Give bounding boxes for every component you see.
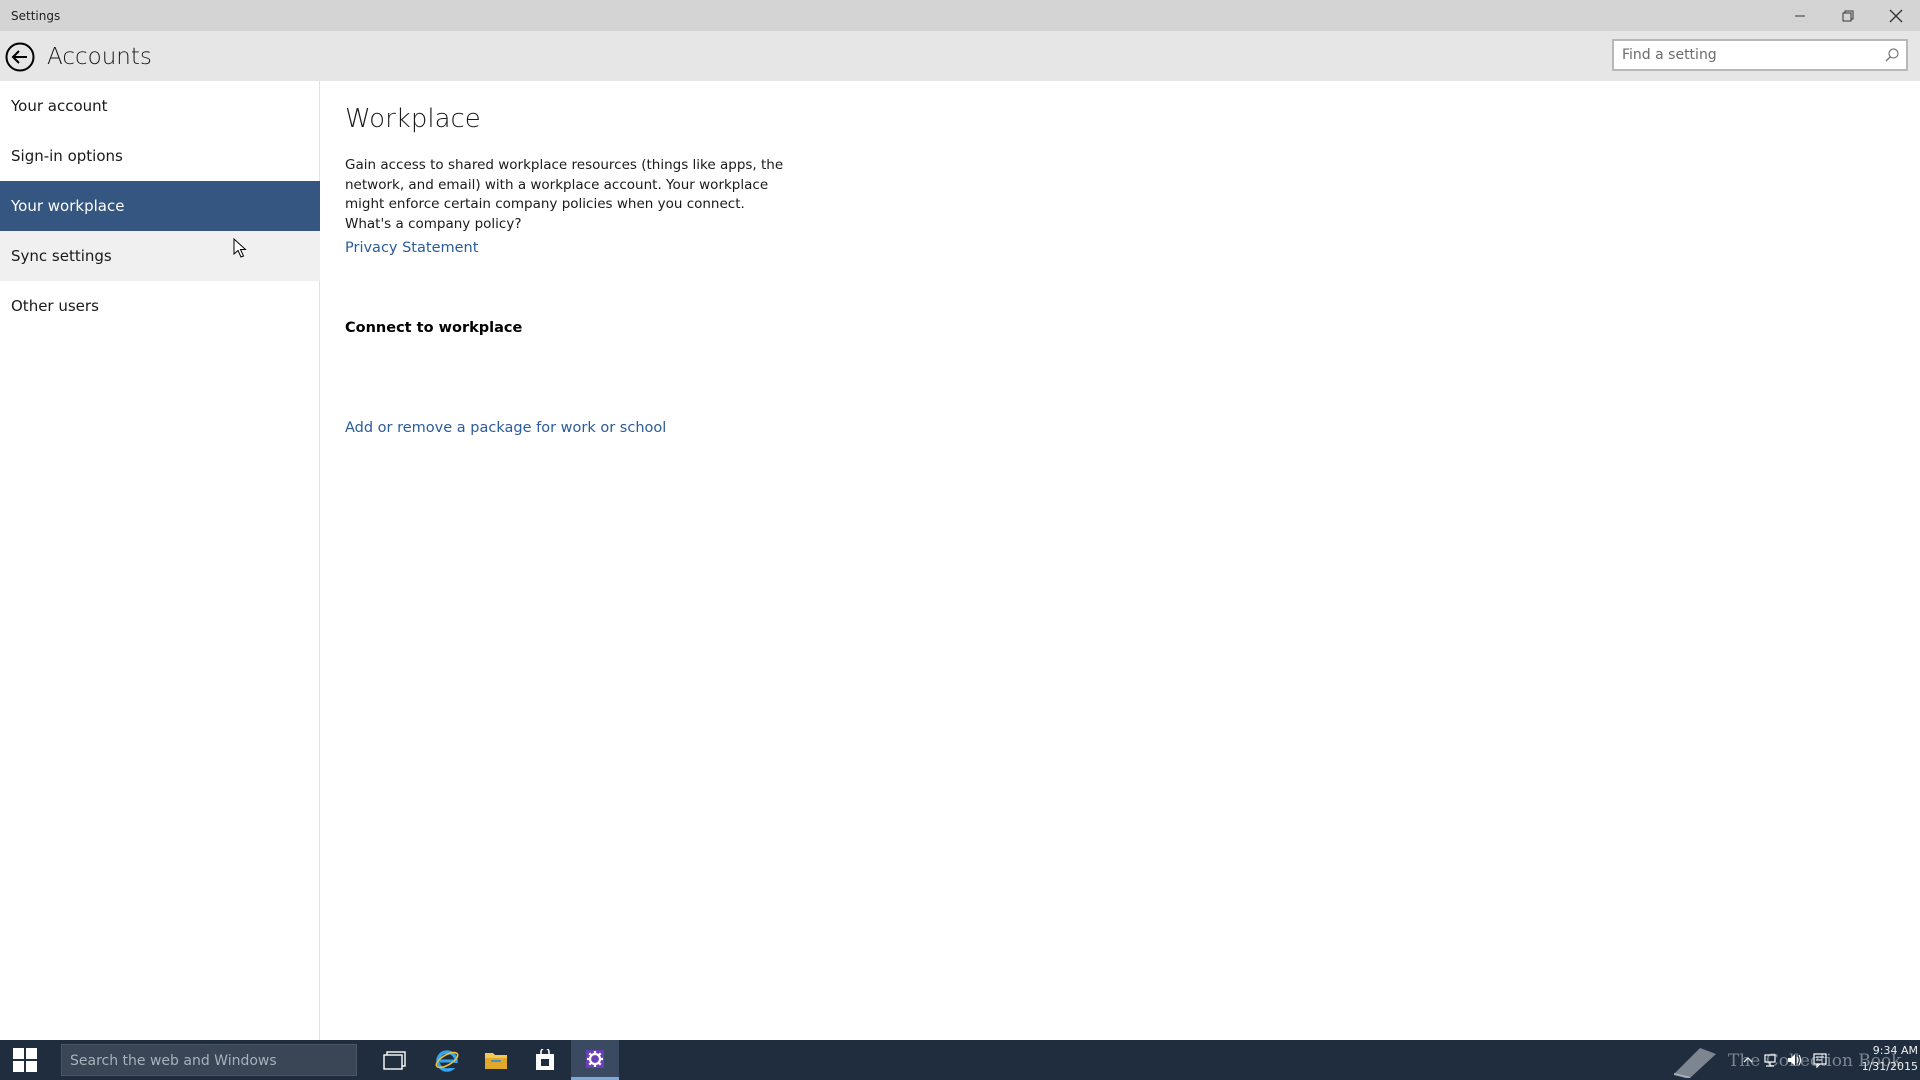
sidebar-item-label: Sync settings xyxy=(11,247,112,265)
settings-app-button[interactable] xyxy=(571,1040,619,1080)
sidebar-item-sign-in-options[interactable]: Sign-in options xyxy=(0,131,320,181)
task-view-icon xyxy=(383,1051,406,1070)
page-title: Accounts xyxy=(47,44,152,70)
section-title: Workplace xyxy=(345,104,481,134)
sidebar-item-other-users[interactable]: Other users xyxy=(0,281,320,331)
book-watermark-icon xyxy=(1673,1048,1716,1078)
store-button[interactable] xyxy=(521,1040,569,1080)
internet-explorer-icon xyxy=(435,1050,459,1072)
sidebar-item-label: Other users xyxy=(11,297,99,315)
chevron-up-icon[interactable] xyxy=(1742,1054,1754,1066)
restore-button[interactable] xyxy=(1824,0,1872,31)
sidebar-item-label: Your account xyxy=(11,97,108,115)
close-button[interactable] xyxy=(1872,0,1920,31)
clock-time: 9:34 AM xyxy=(1872,1044,1918,1057)
taskbar-clock[interactable]: 9:34 AM 1/31/2015 xyxy=(1838,1043,1918,1075)
task-view-button[interactable] xyxy=(371,1040,419,1080)
file-explorer-button[interactable] xyxy=(472,1040,520,1080)
taskbar-search-box[interactable] xyxy=(61,1044,357,1076)
internet-explorer-button[interactable] xyxy=(423,1040,471,1080)
clock-date: 1/31/2015 xyxy=(1861,1060,1918,1073)
restore-icon xyxy=(1842,10,1854,21)
privacy-statement-link[interactable]: Privacy Statement xyxy=(345,240,478,256)
start-button[interactable] xyxy=(0,1040,50,1080)
volume-icon[interactable] xyxy=(1786,1052,1804,1068)
add-remove-package-link[interactable]: Add or remove a package for work or scho… xyxy=(345,420,666,436)
mouse-pointer-icon xyxy=(233,238,247,258)
system-tray xyxy=(1742,1040,1828,1080)
store-bag-icon xyxy=(536,1049,554,1070)
workplace-description: Gain access to shared workplace resource… xyxy=(345,157,784,232)
find-setting-input[interactable] xyxy=(1622,46,1872,64)
gear-icon xyxy=(586,1049,604,1068)
sidebar: Your account Sign-in options Your workpl… xyxy=(0,81,320,1040)
minimize-button[interactable] xyxy=(1776,0,1824,31)
window-title: Settings xyxy=(11,9,61,23)
back-button[interactable] xyxy=(4,41,36,73)
settings-header: Accounts xyxy=(0,31,1920,81)
network-icon[interactable] xyxy=(1762,1052,1778,1068)
minimize-icon xyxy=(1795,15,1805,16)
title-bar: Settings xyxy=(0,0,1920,31)
sidebar-item-sync-settings[interactable]: Sync settings xyxy=(0,231,320,281)
search-icon[interactable] xyxy=(1884,47,1900,63)
workplace-content: Workplace Gain access to shared workplac… xyxy=(345,81,1905,1040)
taskbar-search-input[interactable] xyxy=(70,1051,340,1071)
sidebar-item-your-workplace[interactable]: Your workplace xyxy=(0,181,320,231)
folder-icon xyxy=(485,1053,507,1069)
connect-to-workplace-label: Connect to workplace xyxy=(345,320,523,336)
taskbar: The Collection Book 9:34 AM 1/31/2015 xyxy=(0,1040,1920,1080)
sidebar-item-label: Sign-in options xyxy=(11,147,123,165)
action-center-icon[interactable] xyxy=(1812,1052,1828,1068)
back-arrow-icon xyxy=(5,42,35,72)
windows-logo-icon xyxy=(13,1048,37,1072)
sidebar-item-your-account[interactable]: Your account xyxy=(0,81,320,131)
find-setting-search[interactable] xyxy=(1612,39,1908,71)
close-icon xyxy=(1889,9,1903,22)
sidebar-item-label: Your workplace xyxy=(11,197,125,215)
